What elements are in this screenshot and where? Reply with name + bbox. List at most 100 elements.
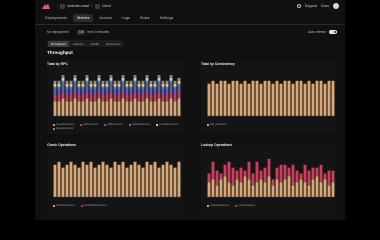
bar-segment[interactable] — [73, 164, 77, 197]
bar-segment[interactable] — [81, 86, 85, 90]
bar-segment[interactable] — [177, 161, 181, 197]
bar-segment[interactable] — [73, 80, 77, 84]
bar-segment[interactable] — [141, 86, 145, 90]
bar-segment[interactable] — [81, 101, 85, 116]
bar-segment[interactable] — [153, 101, 157, 116]
bar-segment[interactable] — [149, 164, 153, 197]
bar-segment[interactable] — [279, 182, 283, 197]
bar-segment[interactable] — [61, 77, 65, 81]
bar-segment[interactable] — [165, 86, 169, 90]
bar-segment[interactable] — [153, 86, 157, 90]
bar-segment[interactable] — [113, 101, 117, 116]
bar-segment[interactable] — [251, 185, 255, 197]
bar-segment[interactable] — [69, 80, 73, 84]
bar-segment[interactable] — [117, 80, 121, 84]
bar-segment[interactable] — [141, 167, 145, 197]
bar-segment[interactable] — [61, 98, 65, 116]
bar-segment[interactable] — [121, 92, 125, 99]
bar-segment[interactable] — [105, 83, 109, 87]
bar-segment[interactable] — [89, 95, 93, 102]
bar-segment[interactable] — [105, 164, 109, 197]
bar-segment[interactable] — [129, 101, 133, 116]
bar-segment[interactable] — [109, 74, 113, 78]
bar-segment[interactable] — [73, 83, 77, 93]
legend-item[interactable]: ListDocuments — [103, 123, 123, 126]
bar-segment[interactable] — [231, 80, 235, 116]
bar-segment[interactable] — [53, 86, 57, 90]
bar-segment[interactable] — [259, 170, 263, 180]
bar-segment[interactable] — [85, 98, 89, 116]
bar-segment[interactable] — [53, 89, 57, 96]
bar-segment[interactable] — [283, 80, 287, 116]
bar-segment[interactable] — [109, 77, 113, 81]
bar-segment[interactable] — [161, 89, 165, 96]
bar-segment[interactable] — [77, 83, 81, 87]
bar-segment[interactable] — [223, 176, 227, 197]
bar-segment[interactable] — [73, 98, 77, 116]
bar-segment[interactable] — [207, 182, 211, 197]
deployment-selector[interactable]: for deployment — [47, 30, 69, 34]
bar-segment[interactable] — [149, 101, 153, 116]
bar-segment[interactable] — [73, 74, 77, 78]
bar-segment[interactable] — [263, 182, 267, 197]
bar-segment[interactable] — [101, 80, 105, 84]
bar-segment[interactable] — [177, 80, 181, 84]
bar-segment[interactable] — [53, 95, 57, 102]
bar-segment[interactable] — [235, 80, 239, 116]
bar-segment[interactable] — [169, 164, 173, 197]
bar-segment[interactable] — [169, 74, 173, 78]
tab-settings[interactable]: Settings — [156, 14, 178, 22]
bar-segment[interactable] — [173, 101, 177, 116]
bar-segment[interactable] — [215, 83, 219, 116]
bar-segment[interactable] — [125, 83, 129, 87]
bar-segment[interactable] — [207, 83, 211, 116]
bar-segment[interactable] — [331, 80, 335, 116]
bar-segment[interactable] — [291, 83, 295, 116]
support-link[interactable]: Support — [305, 4, 317, 8]
notifications-icon[interactable] — [296, 4, 301, 8]
bar-segment[interactable] — [77, 101, 81, 116]
bar-segment[interactable] — [81, 89, 85, 96]
bar-segment[interactable] — [223, 80, 227, 116]
bar-segment[interactable] — [129, 80, 133, 84]
bar-segment[interactable] — [319, 182, 323, 197]
legend-item[interactable]: CreateDocument — [53, 123, 74, 126]
bar-segment[interactable] — [121, 98, 125, 116]
tab-access[interactable]: Access — [95, 14, 115, 22]
bar-segment[interactable] — [77, 95, 81, 102]
bar-segment[interactable] — [263, 167, 267, 183]
bar-segment[interactable] — [69, 101, 73, 116]
bar-segment[interactable] — [117, 89, 121, 96]
bar-segment[interactable] — [177, 83, 181, 87]
bar-segment[interactable] — [61, 92, 65, 99]
bar-segment[interactable] — [243, 80, 247, 116]
bar-segment[interactable] — [105, 80, 109, 84]
bar-segment[interactable] — [101, 95, 105, 102]
bar-segment[interactable] — [307, 185, 311, 197]
bar-segment[interactable] — [101, 83, 105, 87]
bar-segment[interactable] — [57, 161, 61, 197]
bar-segment[interactable] — [311, 83, 315, 116]
bar-segment[interactable] — [259, 83, 263, 116]
bar-segment[interactable] — [65, 86, 69, 90]
bar-segment[interactable] — [157, 98, 161, 116]
bar-segment[interactable] — [121, 74, 125, 78]
bar-segment[interactable] — [169, 83, 173, 93]
bar-segment[interactable] — [169, 80, 173, 84]
bar-segment[interactable] — [89, 83, 93, 87]
bar-segment[interactable] — [211, 161, 215, 180]
bar-segment[interactable] — [141, 101, 145, 116]
bar-segment[interactable] — [97, 98, 101, 116]
bar-segment[interactable] — [165, 101, 169, 116]
bar-segment[interactable] — [231, 185, 235, 197]
bar-segment[interactable] — [315, 80, 319, 116]
legend-item[interactable]: LookupSubjects — [235, 204, 255, 207]
bar-segment[interactable] — [153, 89, 157, 96]
bar-segment[interactable] — [101, 161, 105, 197]
bar-segment[interactable] — [81, 83, 85, 87]
subtab-latency[interactable]: Latency — [70, 41, 87, 47]
bar-segment[interactable] — [129, 83, 133, 87]
bar-segment[interactable] — [113, 95, 117, 102]
tab-logs[interactable]: Logs — [118, 14, 134, 22]
bar-segment[interactable] — [133, 92, 137, 99]
